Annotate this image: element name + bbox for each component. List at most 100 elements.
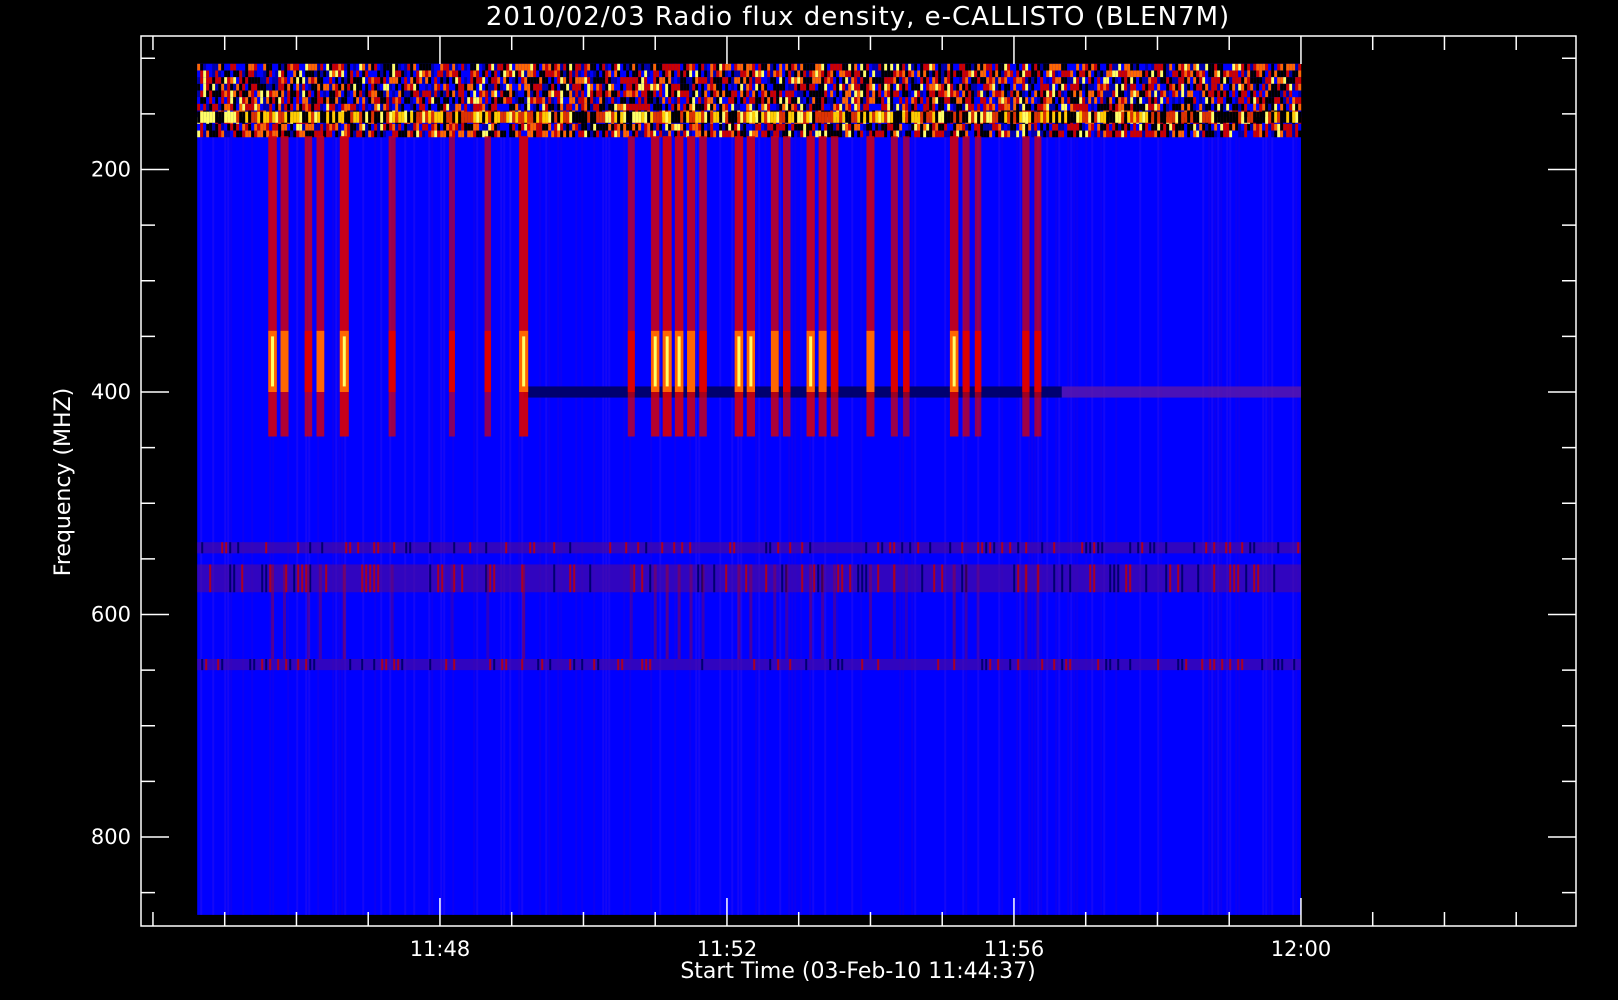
interference-cell	[203, 70, 207, 78]
interference-cell	[1208, 83, 1212, 91]
interference-cell	[1028, 103, 1032, 111]
interference-cell	[899, 77, 903, 84]
interference-cell	[197, 70, 201, 78]
interference-cell	[818, 123, 822, 131]
interference-cell	[1103, 97, 1107, 104]
interference-cell	[341, 103, 345, 111]
weak-band-speck	[1093, 542, 1096, 554]
interference-cell	[509, 97, 513, 104]
interference-cell	[881, 70, 885, 78]
interference-cell	[731, 90, 735, 98]
bright-band-cell	[737, 111, 741, 123]
interference-cell	[455, 97, 459, 104]
interference-cell	[932, 77, 936, 84]
noise-column	[899, 63, 902, 915]
interference-cell	[920, 103, 924, 111]
interference-cell	[1172, 63, 1176, 71]
interference-cell	[707, 130, 711, 138]
interference-cell	[920, 90, 924, 98]
bright-band-cell	[305, 111, 309, 123]
interference-cell	[1097, 97, 1101, 104]
interference-cell	[947, 70, 951, 78]
interference-cell	[1244, 83, 1248, 91]
bright-band-cell	[1049, 111, 1053, 123]
interference-cell	[839, 70, 843, 78]
weak-band-speck	[553, 542, 556, 554]
interference-cell	[1175, 83, 1179, 91]
interference-cell	[500, 83, 504, 91]
interference-cell	[1229, 97, 1233, 104]
weak-band-speck	[1213, 542, 1216, 554]
interference-cell	[1091, 63, 1095, 71]
interference-cell	[1046, 97, 1050, 104]
interference-cell	[896, 123, 900, 131]
interference-cell	[1034, 70, 1038, 78]
interference-cell	[587, 70, 591, 78]
interference-cell	[458, 77, 462, 84]
interference-cell	[842, 77, 846, 84]
interference-cell	[593, 90, 597, 98]
noise-column	[230, 63, 233, 915]
interference-cell	[374, 70, 378, 78]
bright-band-cell	[293, 111, 297, 123]
interference-cell	[410, 123, 414, 131]
interference-cell	[284, 77, 288, 84]
bright-band-cell	[911, 111, 915, 123]
bright-band-cell	[1043, 111, 1047, 123]
noise-column	[944, 63, 947, 915]
interference-cell	[641, 70, 645, 78]
interference-cell	[359, 103, 363, 111]
interference-cell	[458, 130, 462, 138]
interference-cell	[746, 97, 750, 104]
interference-cell	[806, 90, 810, 98]
interference-cell	[482, 63, 486, 71]
interference-cell	[1265, 103, 1269, 111]
interference-cell	[956, 97, 960, 104]
interference-cell	[884, 103, 888, 111]
interference-cell	[1004, 90, 1008, 98]
interference-cell	[503, 77, 507, 84]
interference-cell	[1151, 97, 1155, 104]
weak-band-speck	[641, 659, 644, 671]
interference-cell	[695, 83, 699, 91]
interference-cell	[1031, 70, 1035, 78]
interference-cell	[401, 90, 405, 98]
interference-cell	[497, 97, 501, 104]
interference-cell	[881, 123, 885, 131]
interference-cell	[491, 77, 495, 84]
interference-cell	[1235, 90, 1239, 98]
burst-tail	[677, 564, 681, 659]
interference-cell	[626, 90, 630, 98]
burst-tail	[737, 564, 741, 659]
burst-core	[448, 330, 455, 392]
interference-cell	[374, 77, 378, 84]
interference-cell	[755, 123, 759, 131]
interference-cell	[572, 90, 576, 98]
interference-cell	[782, 63, 786, 71]
interference-cell	[1187, 130, 1191, 138]
interference-cell	[902, 83, 906, 91]
bright-band-cell	[452, 111, 456, 123]
interference-cell	[839, 77, 843, 84]
interference-cell	[293, 90, 297, 98]
noise-column	[575, 63, 578, 915]
interference-cell	[1127, 77, 1131, 84]
weak-band-speck	[881, 542, 884, 554]
interference-cell	[701, 83, 705, 91]
interference-cell	[689, 123, 693, 131]
interference-cell	[719, 83, 723, 91]
interference-cell	[494, 77, 498, 84]
interference-cell	[1259, 70, 1263, 78]
interference-cell	[956, 90, 960, 98]
interference-cell	[638, 63, 642, 71]
interference-cell	[1100, 70, 1104, 78]
interference-cell	[881, 83, 885, 91]
interference-cell	[779, 77, 783, 84]
interference-cell	[740, 97, 744, 104]
interference-cell	[743, 83, 747, 91]
interference-cell	[1088, 63, 1092, 71]
interference-cell	[248, 77, 252, 84]
bright-band-cell	[317, 111, 321, 123]
interference-cell	[629, 83, 633, 91]
interference-cell	[731, 97, 735, 104]
